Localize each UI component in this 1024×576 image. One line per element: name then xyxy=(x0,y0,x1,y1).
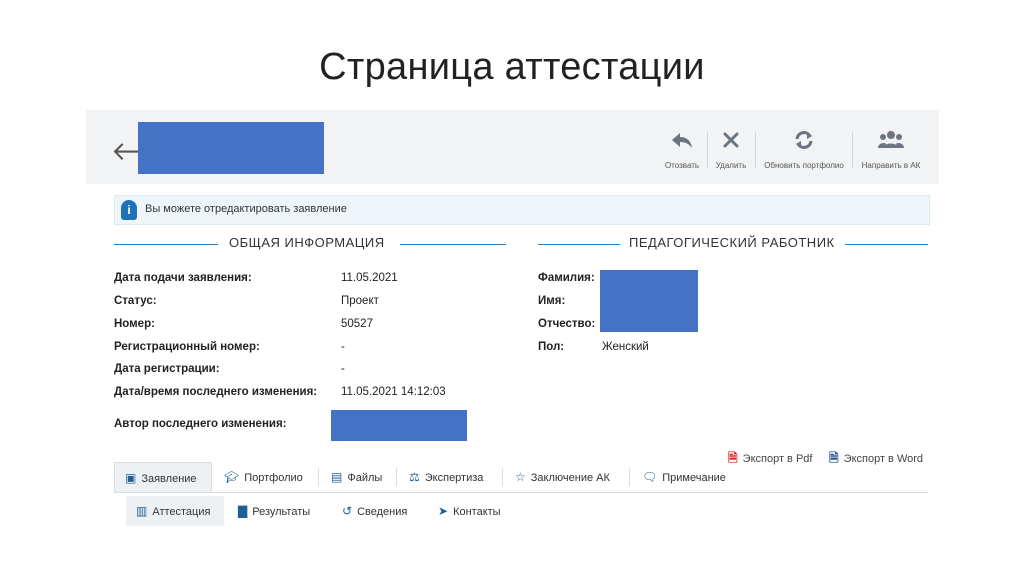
general-info-header: ОБЩАЯ ИНФОРМАЦИЯ xyxy=(114,235,506,255)
field-label: Фамилия: xyxy=(538,272,595,284)
field-label: Дата подачи заявления: xyxy=(114,272,252,284)
field-label: Отчество: xyxy=(538,318,596,330)
info-alert: i Вы можете отредактировать заявление xyxy=(114,195,930,225)
teacher-header: ПЕДАГОГИЧЕСКИЙ РАБОТНИК xyxy=(538,235,928,255)
teacher-title: ПЕДАГОГИЧЕСКИЙ РАБОТНИК xyxy=(629,235,835,250)
balance-scale-icon: ⚖︎ xyxy=(409,470,420,484)
toolbar-divider xyxy=(852,132,853,168)
field-label: Статус: xyxy=(114,295,157,307)
header-line xyxy=(400,244,506,245)
slide-title: Страница аттестации xyxy=(319,46,705,88)
field-label: Номер: xyxy=(114,318,155,330)
tab-portfolio[interactable]: 🎓︎ Портфолио xyxy=(214,462,319,492)
tab-label: Портфолио xyxy=(244,472,303,484)
general-info-title: ОБЩАЯ ИНФОРМАЦИЯ xyxy=(229,235,385,250)
delete-label: Удалить xyxy=(715,161,747,170)
main-tabs: ▣ Заявление 🎓︎ Портфолио ▤ Файлы ⚖︎ Эксперти… xyxy=(114,462,928,493)
field-label: Имя: xyxy=(538,295,566,307)
close-icon xyxy=(711,130,751,156)
info-icon: i xyxy=(121,200,137,220)
subtab-contacts[interactable]: ➤ Контакты xyxy=(428,496,524,526)
field-value: 50527 xyxy=(341,318,373,330)
revoke-label: Отозвать xyxy=(664,161,700,170)
subtab-label: Результаты xyxy=(252,506,311,518)
subtab-label: Контакты xyxy=(453,506,501,518)
star-icon: ☆ xyxy=(515,470,526,484)
field-label: Автор последнего изменения: xyxy=(114,418,287,430)
bar-chart-icon: ▇ xyxy=(238,504,248,518)
tab-label: Экспертиза xyxy=(424,472,484,484)
field-label: Пол: xyxy=(538,341,565,353)
attestation-page: 🡐 Отозвать Удалить Обновить портфолио xyxy=(86,110,939,535)
alert-text: Вы можете отредактировать заявление xyxy=(145,203,347,215)
field-label: Дата/время последнего изменения: xyxy=(114,386,318,398)
map-icon: ▥ xyxy=(136,504,148,518)
refresh-portfolio-label: Обновить портфолио xyxy=(764,161,844,170)
field-label: Дата регистрации: xyxy=(114,363,220,375)
users-icon xyxy=(856,130,926,156)
field-label: Регистрационный номер: xyxy=(114,341,260,353)
revoke-button[interactable]: Отозвать xyxy=(662,130,702,170)
graduation-cap-icon: 🎓︎ xyxy=(224,470,240,484)
field-value: 11.05.2021 xyxy=(341,272,398,284)
field-value: Женский xyxy=(602,341,649,353)
header-line xyxy=(845,244,928,245)
tab-label: Файлы xyxy=(347,472,383,484)
send-to-ak-button[interactable]: Направить в АК xyxy=(856,130,926,170)
files-icon: ▤ xyxy=(331,470,343,484)
delete-button[interactable]: Удалить xyxy=(711,130,751,170)
comment-icon: 🗨︎ xyxy=(642,470,658,484)
reply-icon xyxy=(662,130,702,156)
paper-plane-icon: ➤ xyxy=(438,504,449,518)
tab-label: Заключение АК xyxy=(530,472,610,484)
tab-expertise[interactable]: ⚖︎ Экспертиза xyxy=(397,462,503,492)
send-to-ak-label: Направить в АК xyxy=(861,161,921,170)
tab-note[interactable]: 🗨︎ Примечание xyxy=(630,462,740,492)
toolbar-divider xyxy=(707,132,708,168)
refresh-portfolio-button[interactable]: Обновить портфолио xyxy=(760,130,848,170)
form-icon: ▣ xyxy=(125,471,137,485)
tab-application[interactable]: ▣ Заявление xyxy=(114,462,212,492)
header-line xyxy=(114,244,218,245)
tab-label: Примечание xyxy=(662,472,726,484)
subtab-results[interactable]: ▇ Результаты xyxy=(228,496,328,526)
subtab-attestation[interactable]: ▥ Аттестация xyxy=(126,496,224,526)
redacted-author xyxy=(331,410,467,441)
field-value: Проект xyxy=(341,295,379,307)
toolbar-divider xyxy=(755,132,756,168)
field-value: - xyxy=(341,341,345,353)
tab-label: Заявление xyxy=(141,473,197,485)
sub-tabs: ▥ Аттестация ▇ Результаты ↺ Сведения ➤ Конта… xyxy=(114,494,928,528)
subtab-label: Сведения xyxy=(357,506,408,518)
subtab-info[interactable]: ↺ Сведения xyxy=(332,496,426,526)
history-icon: ↺ xyxy=(342,504,353,518)
subtab-label: Аттестация xyxy=(152,506,211,518)
field-value: - xyxy=(341,363,345,375)
refresh-icon xyxy=(760,130,848,156)
redacted-title xyxy=(138,122,324,174)
field-value: 11.05.2021 14:12:03 xyxy=(341,386,446,398)
tab-conclusion[interactable]: ☆ Заключение АК xyxy=(503,462,630,492)
top-toolbar: 🡐 Отозвать Удалить Обновить портфолио xyxy=(86,110,939,184)
header-line xyxy=(538,244,620,245)
redacted-teacher-name xyxy=(600,270,698,332)
tab-files[interactable]: ▤ Файлы xyxy=(319,462,397,492)
